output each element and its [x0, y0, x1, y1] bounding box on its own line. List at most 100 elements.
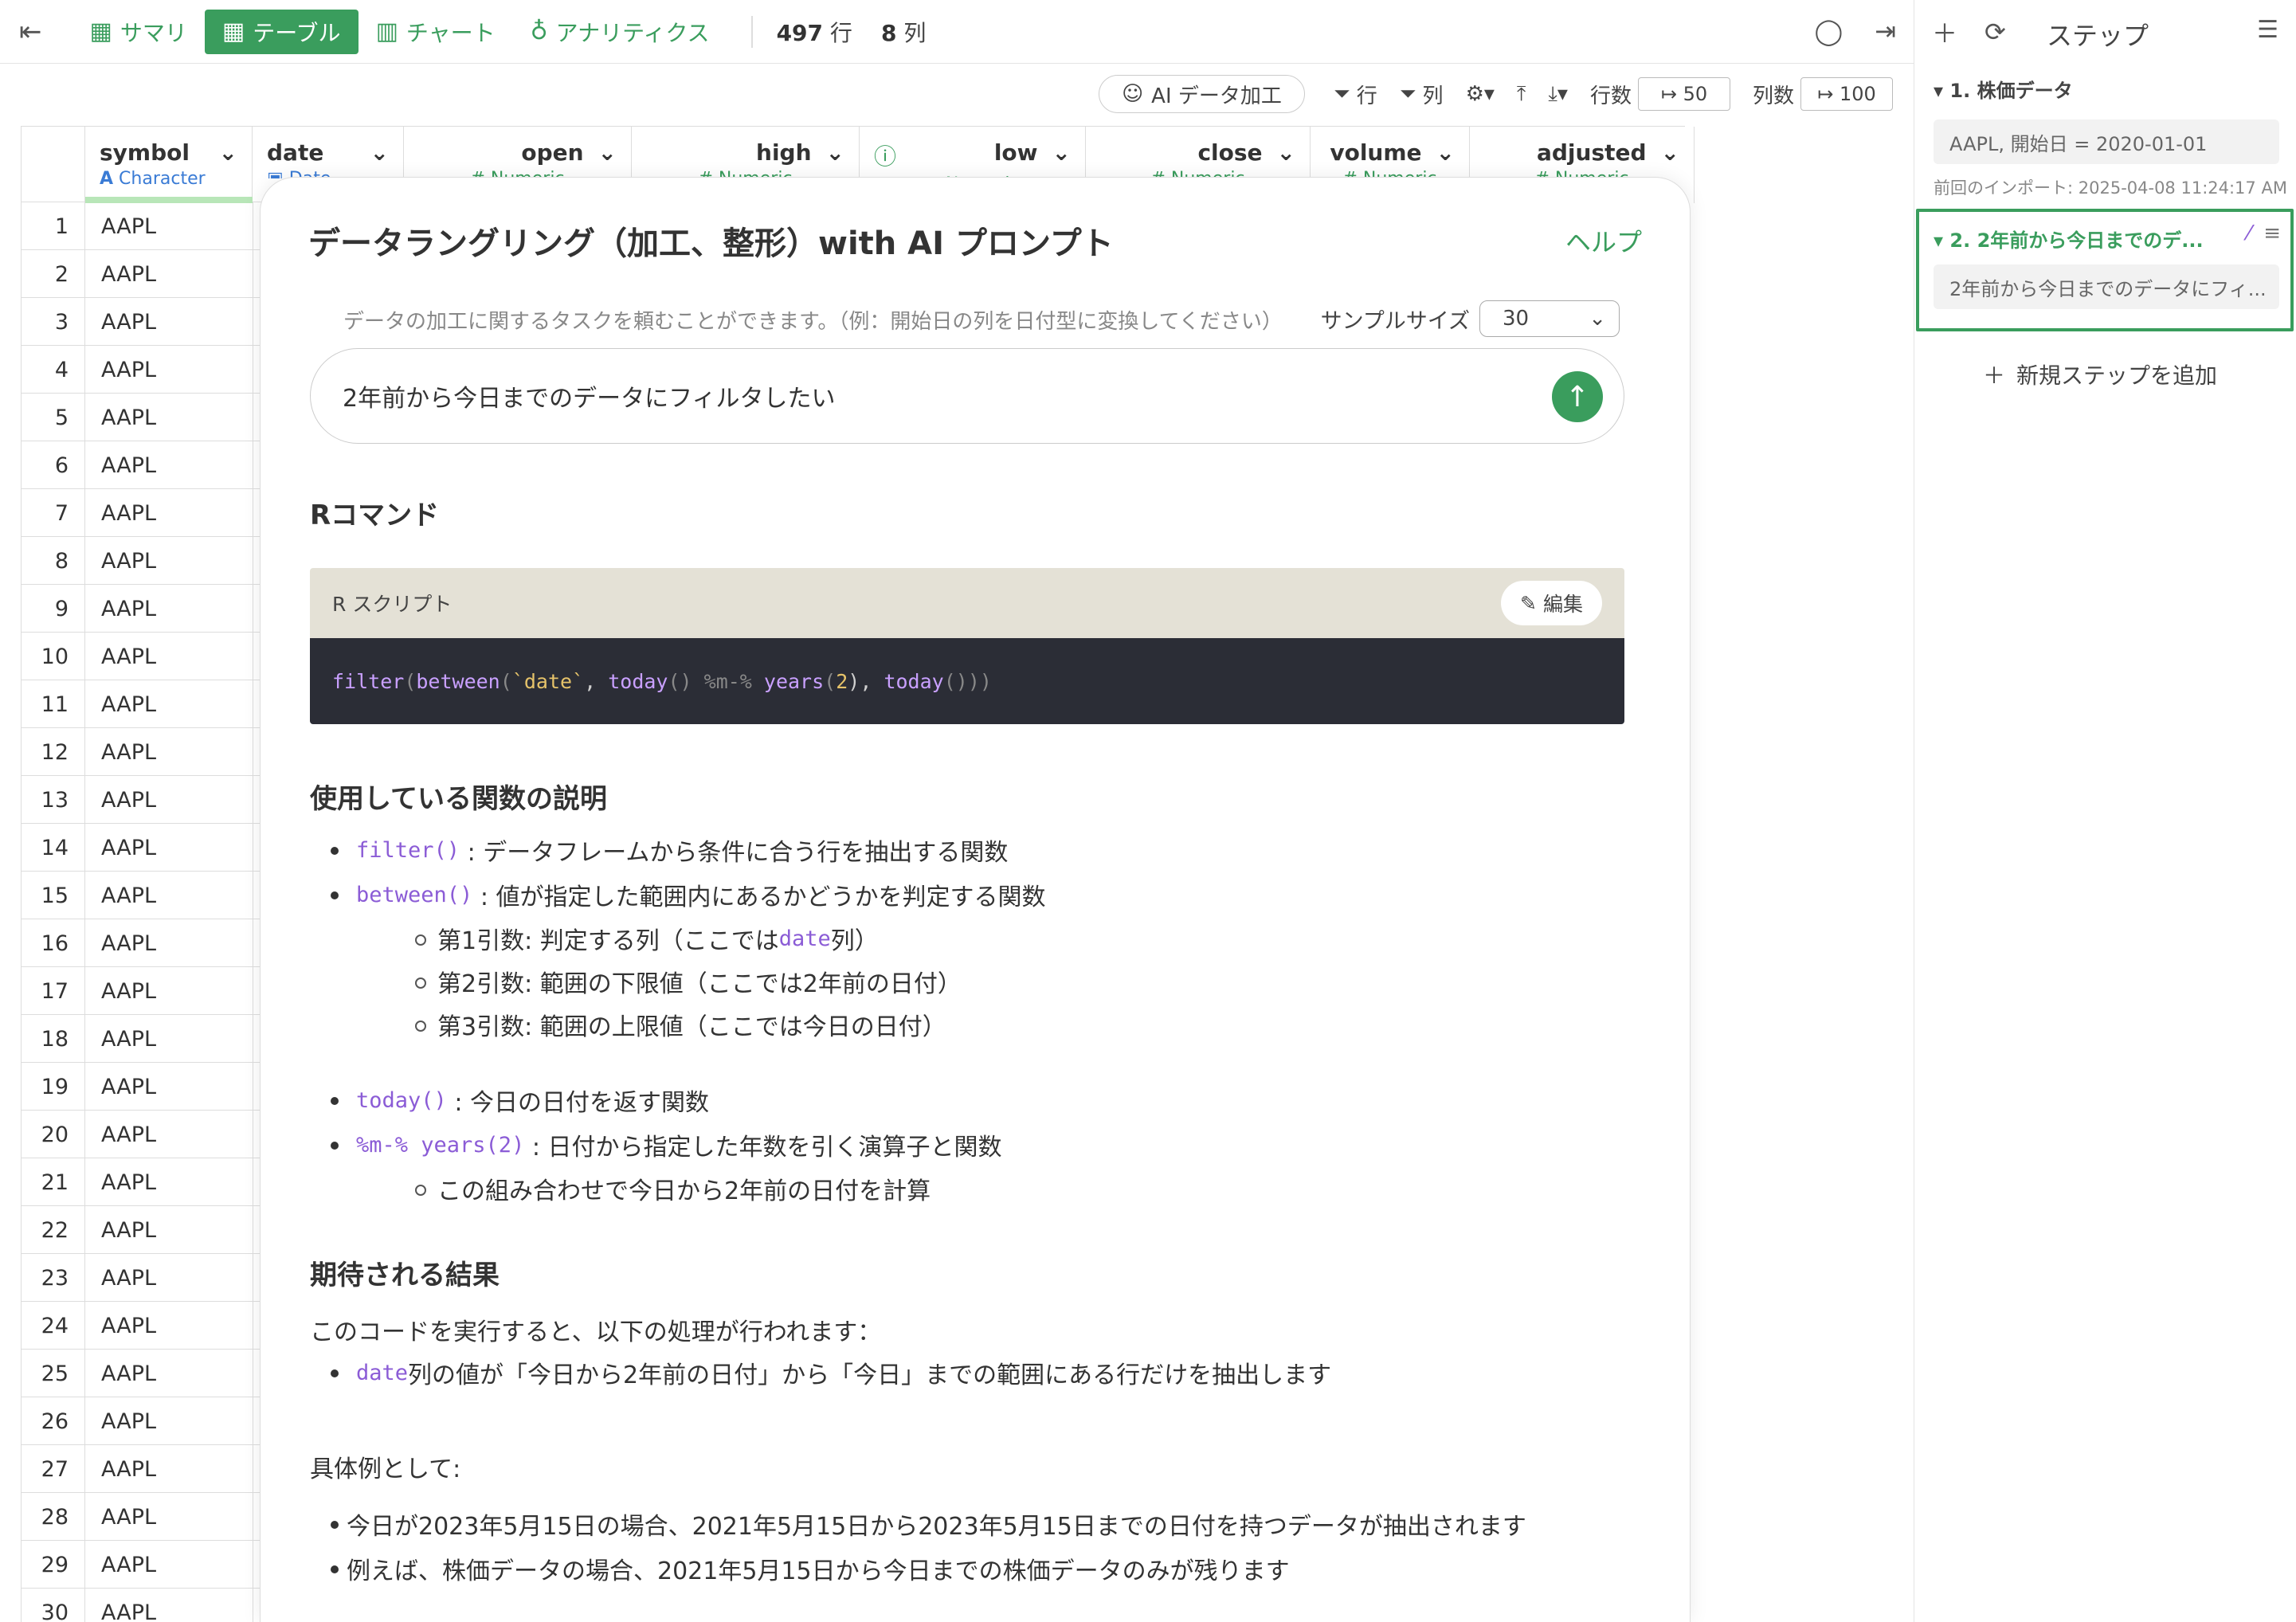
table-row[interactable]: 14 AAPL	[22, 824, 261, 872]
chevron-down-icon[interactable]: ⌄	[219, 139, 237, 166]
chevron-down-icon[interactable]: ⌄	[1052, 139, 1071, 171]
cell-symbol[interactable]: AAPL	[101, 1111, 156, 1158]
cell-symbol[interactable]: AAPL	[101, 1350, 156, 1397]
table-row[interactable]: 29 AAPL	[22, 1541, 261, 1589]
plus-icon[interactable]: ＋	[1932, 14, 1957, 50]
cell-symbol[interactable]: AAPL	[101, 633, 156, 680]
table-row[interactable]: 28 AAPL	[22, 1493, 261, 1541]
table-row[interactable]: 1 AAPL	[22, 202, 261, 250]
col-filter-button[interactable]: ⏷ 列	[1400, 80, 1444, 109]
table-row[interactable]: 11 AAPL	[22, 680, 261, 728]
table-row[interactable]: 23 AAPL	[22, 1254, 261, 1302]
tab-summary[interactable]: ▦ サマリ	[72, 10, 205, 54]
r-script-code[interactable]: filter(between(`date`, today() %m-% year…	[310, 638, 1624, 724]
column-header-symbol[interactable]: symbol ⌄ A Character	[85, 127, 253, 203]
cell-symbol[interactable]: AAPL	[101, 202, 156, 250]
table-row[interactable]: 18 AAPL	[22, 1015, 261, 1063]
table-row[interactable]: 30 AAPL	[22, 1589, 261, 1622]
cell-symbol[interactable]: AAPL	[101, 250, 156, 298]
table-row[interactable]: 24 AAPL	[22, 1302, 261, 1350]
cell-symbol[interactable]: AAPL	[101, 967, 156, 1015]
cell-symbol[interactable]: AAPL	[101, 1015, 156, 1063]
cell-symbol[interactable]: AAPL	[101, 1206, 156, 1254]
cell-symbol[interactable]: AAPL	[101, 1254, 156, 1302]
sample-size-select[interactable]: 30 ⌄	[1479, 300, 1620, 337]
table-row[interactable]: 5 AAPL	[22, 394, 261, 441]
help-link[interactable]: ヘルプ	[1565, 222, 1642, 259]
table-row[interactable]: 3 AAPL	[22, 298, 261, 346]
table-row[interactable]: 6 AAPL	[22, 441, 261, 489]
cell-symbol[interactable]: AAPL	[101, 1493, 156, 1541]
collapse-right-icon[interactable]: ⇥	[1875, 16, 1896, 46]
cell-symbol[interactable]: AAPL	[101, 585, 156, 633]
upload-icon[interactable]: ⤒	[1517, 82, 1526, 107]
cell-symbol[interactable]: AAPL	[101, 1589, 156, 1622]
tab-analytics[interactable]: ♁ アナリティクス	[513, 10, 727, 54]
tab-chart[interactable]: ▥ チャート	[359, 10, 513, 54]
cell-symbol[interactable]: AAPL	[101, 776, 156, 824]
row-filter-button[interactable]: ⏷ 行	[1334, 80, 1377, 109]
cols-input[interactable]: ↦ 100	[1800, 77, 1893, 111]
table-row[interactable]: 16 AAPL	[22, 919, 261, 967]
chevron-down-icon[interactable]: ⌄	[598, 139, 617, 166]
chevron-down-icon[interactable]: ⌄	[826, 139, 844, 166]
chevron-down-icon[interactable]: ⌄	[1277, 139, 1295, 166]
table-row[interactable]: 22 AAPL	[22, 1206, 261, 1254]
table-row[interactable]: 9 AAPL	[22, 585, 261, 633]
table-row[interactable]: 21 AAPL	[22, 1158, 261, 1206]
rows-input[interactable]: ↦ 50	[1637, 77, 1730, 111]
table-row[interactable]: 8 AAPL	[22, 537, 261, 585]
cell-symbol[interactable]: AAPL	[101, 680, 156, 728]
chevron-down-icon[interactable]: ⌄	[370, 139, 389, 166]
table-row[interactable]: 2 AAPL	[22, 250, 261, 298]
edit-button[interactable]: ✎ 編集	[1501, 581, 1602, 625]
table-row[interactable]: 25 AAPL	[22, 1350, 261, 1397]
chevron-down-icon[interactable]: ⌄	[1436, 139, 1455, 166]
comment-icon[interactable]: ◯	[1814, 16, 1843, 46]
step-1-detail[interactable]: AAPL, 開始日 = 2020-01-01	[1934, 119, 2279, 164]
table-row[interactable]: 13 AAPL	[22, 776, 261, 824]
cell-symbol[interactable]: AAPL	[101, 394, 156, 441]
cell-symbol[interactable]: AAPL	[101, 298, 156, 346]
cell-symbol[interactable]: AAPL	[101, 728, 156, 776]
table-row[interactable]: 26 AAPL	[22, 1397, 261, 1445]
table-row[interactable]: 12 AAPL	[22, 728, 261, 776]
info-icon[interactable]: ⓘ	[874, 139, 896, 171]
gear-icon[interactable]: ⚙▾	[1466, 82, 1495, 106]
step-2-title[interactable]: ▾ 2. 2年前から今日までのデ...	[1934, 225, 2212, 253]
refresh-icon[interactable]: ⟳	[1985, 17, 2006, 47]
tab-table[interactable]: ▦ テーブル	[204, 9, 359, 54]
ai-wand-icon[interactable]: ⁄	[2247, 221, 2251, 245]
send-button[interactable]: ↑	[1552, 371, 1603, 422]
chevron-down-icon[interactable]: ⌄	[1661, 139, 1679, 166]
download-icon[interactable]: ⤓▾	[1548, 82, 1568, 107]
cell-symbol[interactable]: AAPL	[101, 1445, 156, 1493]
cell-symbol[interactable]: AAPL	[101, 441, 156, 489]
table-row[interactable]: 17 AAPL	[22, 967, 261, 1015]
menu-icon[interactable]: ≡	[2263, 221, 2281, 245]
table-row[interactable]: 27 AAPL	[22, 1445, 261, 1493]
table-row[interactable]: 15 AAPL	[22, 872, 261, 919]
cell-symbol[interactable]: AAPL	[101, 919, 156, 967]
cell-symbol[interactable]: AAPL	[101, 1158, 156, 1206]
cell-symbol[interactable]: AAPL	[101, 1541, 156, 1589]
cell-symbol[interactable]: AAPL	[101, 824, 156, 872]
prompt-input[interactable]: 2年前から今日までのデータにフィルタしたい ↑	[310, 348, 1624, 444]
ai-data-processing-button[interactable]: ☺ AI データ加工	[1099, 75, 1305, 113]
cell-symbol[interactable]: AAPL	[101, 537, 156, 585]
cell-symbol[interactable]: AAPL	[101, 489, 156, 537]
cell-symbol[interactable]: AAPL	[101, 346, 156, 394]
table-row[interactable]: 20 AAPL	[22, 1111, 261, 1158]
cell-symbol[interactable]: AAPL	[101, 1302, 156, 1350]
table-row[interactable]: 10 AAPL	[22, 633, 261, 680]
step-2-card[interactable]: ▾ 2. 2年前から今日までのデ... ⁄ ≡ 2年前から今日までのデータにフィ…	[1916, 209, 2294, 331]
step-1-title[interactable]: ▾ 1. 株価データ	[1934, 75, 2073, 103]
add-step-button[interactable]: ＋ 新規ステップを追加	[1983, 358, 2217, 390]
step-2-detail[interactable]: 2年前から今日までのデータにフィ...	[1934, 264, 2279, 309]
table-row[interactable]: 19 AAPL	[22, 1063, 261, 1111]
table-row[interactable]: 4 AAPL	[22, 346, 261, 394]
cell-symbol[interactable]: AAPL	[101, 872, 156, 919]
cell-symbol[interactable]: AAPL	[101, 1397, 156, 1445]
cell-symbol[interactable]: AAPL	[101, 1063, 156, 1111]
table-row[interactable]: 7 AAPL	[22, 489, 261, 537]
